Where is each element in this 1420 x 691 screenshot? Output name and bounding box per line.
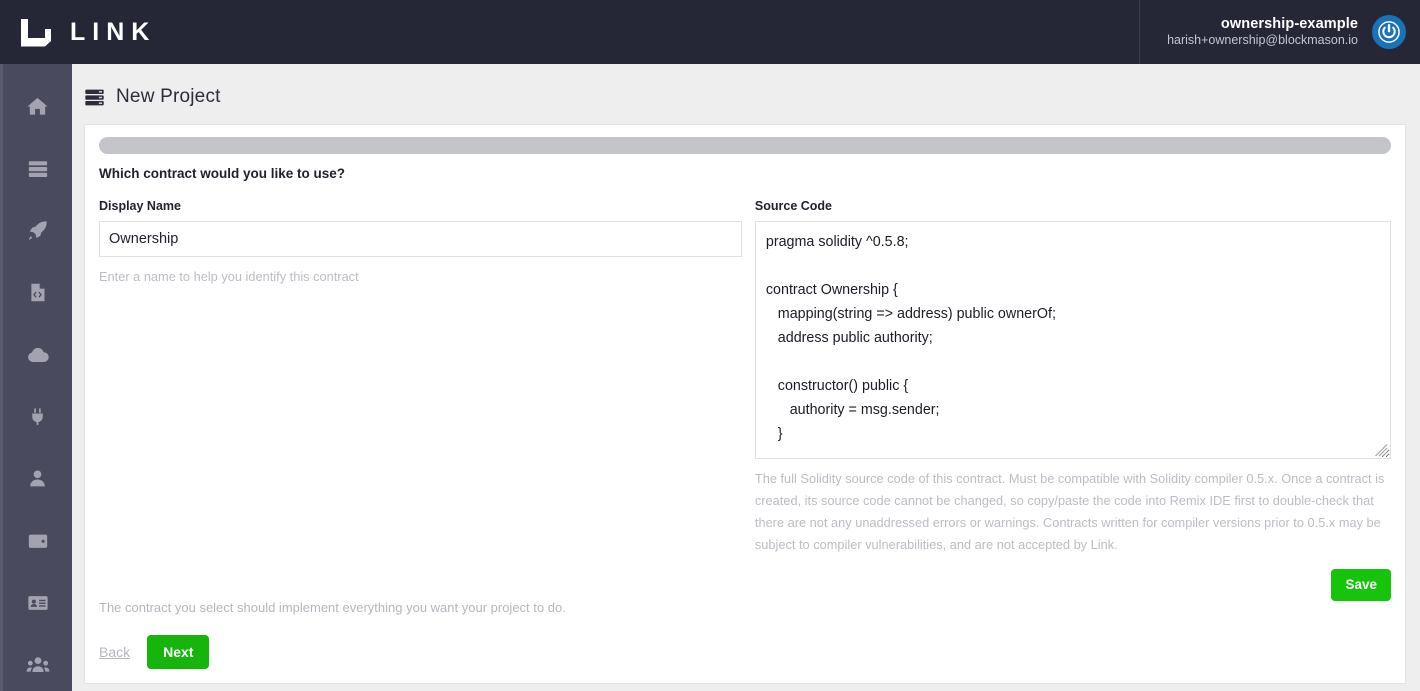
page-header: New Project bbox=[72, 64, 1420, 124]
account-name: ownership-example bbox=[1220, 16, 1358, 33]
top-bar: LINK ownership-example harish+ownership@… bbox=[0, 0, 1420, 64]
account-email: harish+ownership@blockmason.io bbox=[1167, 33, 1358, 48]
source-code-wrapper bbox=[754, 221, 1391, 459]
form-columns: Display Name Enter a name to help you id… bbox=[99, 199, 1391, 601]
wizard-navigation: Back Next bbox=[99, 635, 210, 669]
progress-bar bbox=[99, 137, 1391, 154]
sidebar-item-projects[interactable] bbox=[3, 140, 72, 202]
rocket-icon bbox=[26, 219, 49, 247]
display-name-label: Display Name bbox=[99, 199, 181, 213]
main-content: New Project Which contract would you lik… bbox=[72, 64, 1420, 691]
contract-footer-note: The contract you select should implement… bbox=[99, 600, 566, 615]
sidebar-item-deploy[interactable] bbox=[3, 202, 72, 264]
account-box[interactable]: ownership-example harish+ownership@block… bbox=[1139, 0, 1420, 64]
source-code-label: Source Code bbox=[754, 199, 832, 213]
brand-name: LINK bbox=[70, 17, 157, 46]
home-icon bbox=[26, 95, 49, 123]
step-question: Which contract would you like to use? bbox=[99, 166, 346, 181]
display-name-helper: Enter a name to help you identify this c… bbox=[99, 269, 359, 284]
display-name-column: Display Name Enter a name to help you id… bbox=[99, 199, 742, 601]
wizard-panel: Which contract would you like to use? Di… bbox=[84, 124, 1406, 684]
next-button[interactable]: Next bbox=[147, 635, 210, 669]
sidebar-item-identity[interactable] bbox=[3, 574, 72, 636]
sidebar bbox=[0, 64, 72, 691]
sidebar-item-account[interactable] bbox=[3, 450, 72, 512]
account-text: ownership-example harish+ownership@block… bbox=[1160, 15, 1372, 49]
sidebar-item-team[interactable] bbox=[3, 636, 72, 691]
back-button[interactable]: Back bbox=[99, 644, 130, 660]
sidebar-item-contracts[interactable] bbox=[3, 264, 72, 326]
page-title: New Project bbox=[116, 86, 221, 107]
power-icon[interactable] bbox=[1372, 15, 1406, 49]
source-code-textarea[interactable] bbox=[754, 221, 1391, 459]
wallet-icon bbox=[27, 530, 49, 557]
save-button[interactable]: Save bbox=[1331, 569, 1391, 601]
brand[interactable]: LINK bbox=[0, 0, 1139, 64]
sidebar-item-integrations[interactable] bbox=[3, 388, 72, 450]
source-code-helper: The full Solidity source code of this co… bbox=[754, 471, 1385, 552]
save-row: Save bbox=[755, 569, 1391, 601]
link-logo-icon bbox=[18, 17, 54, 47]
file-code-icon bbox=[27, 282, 48, 308]
sidebar-item-home[interactable] bbox=[3, 78, 72, 140]
cloud-icon bbox=[26, 343, 50, 372]
server-icon bbox=[84, 87, 105, 108]
server-icon bbox=[27, 158, 49, 185]
users-icon bbox=[26, 653, 50, 682]
id-card-icon bbox=[27, 592, 49, 619]
display-name-input[interactable] bbox=[99, 221, 742, 257]
sidebar-item-wallet[interactable] bbox=[3, 512, 72, 574]
user-icon bbox=[27, 468, 48, 494]
plug-icon bbox=[27, 406, 48, 432]
source-code-column: Source Code The full Solidity source cod… bbox=[754, 199, 1391, 601]
sidebar-item-cloud[interactable] bbox=[3, 326, 72, 388]
